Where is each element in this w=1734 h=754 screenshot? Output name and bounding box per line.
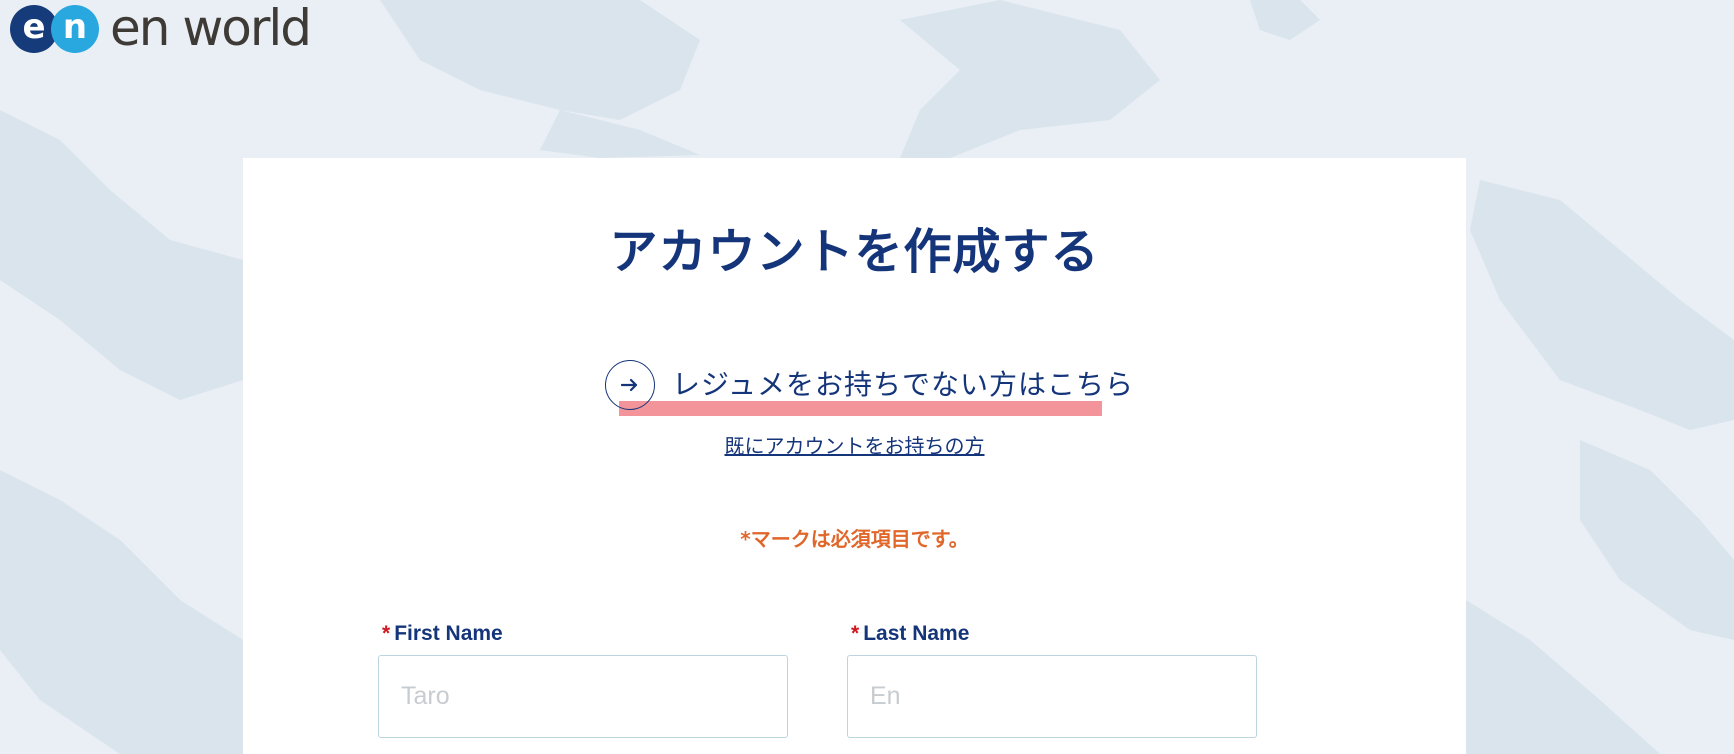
- logo-text: en world: [110, 0, 312, 57]
- login-link-row: 既にアカウントをお持ちの方: [243, 432, 1466, 460]
- no-resume-link-label: レジュメをお持ちでない方はこちら: [672, 368, 1135, 401]
- signup-card: アカウントを作成する レジュメをお持ちでない方はこちら 既にアカウントをお持ちの…: [243, 158, 1466, 754]
- logo-mark: e n: [10, 2, 100, 54]
- required-mark: *: [851, 622, 860, 645]
- arrow-right-icon: [605, 360, 655, 410]
- last-name-label: * Last Name: [851, 619, 1257, 649]
- logo-circle-n: n: [51, 5, 99, 53]
- last-name-label-text: Last Name: [863, 622, 970, 645]
- required-mark: *: [382, 622, 391, 645]
- first-name-label: * First Name: [382, 619, 788, 649]
- page-title: アカウントを作成する: [609, 224, 1100, 280]
- last-name-field-group: * Last Name: [847, 619, 1257, 738]
- enworld-logo[interactable]: e n en world: [10, 0, 312, 57]
- required-fields-note: *マークは必須項目です。: [740, 527, 969, 551]
- first-name-input[interactable]: [378, 655, 788, 738]
- existing-account-link[interactable]: 既にアカウントをお持ちの方: [725, 434, 985, 458]
- last-name-input[interactable]: [847, 655, 1257, 738]
- first-name-field-group: * First Name: [378, 619, 788, 738]
- no-resume-link[interactable]: レジュメをお持ちでない方はこちら: [605, 358, 1134, 412]
- first-name-label-text: First Name: [394, 622, 503, 645]
